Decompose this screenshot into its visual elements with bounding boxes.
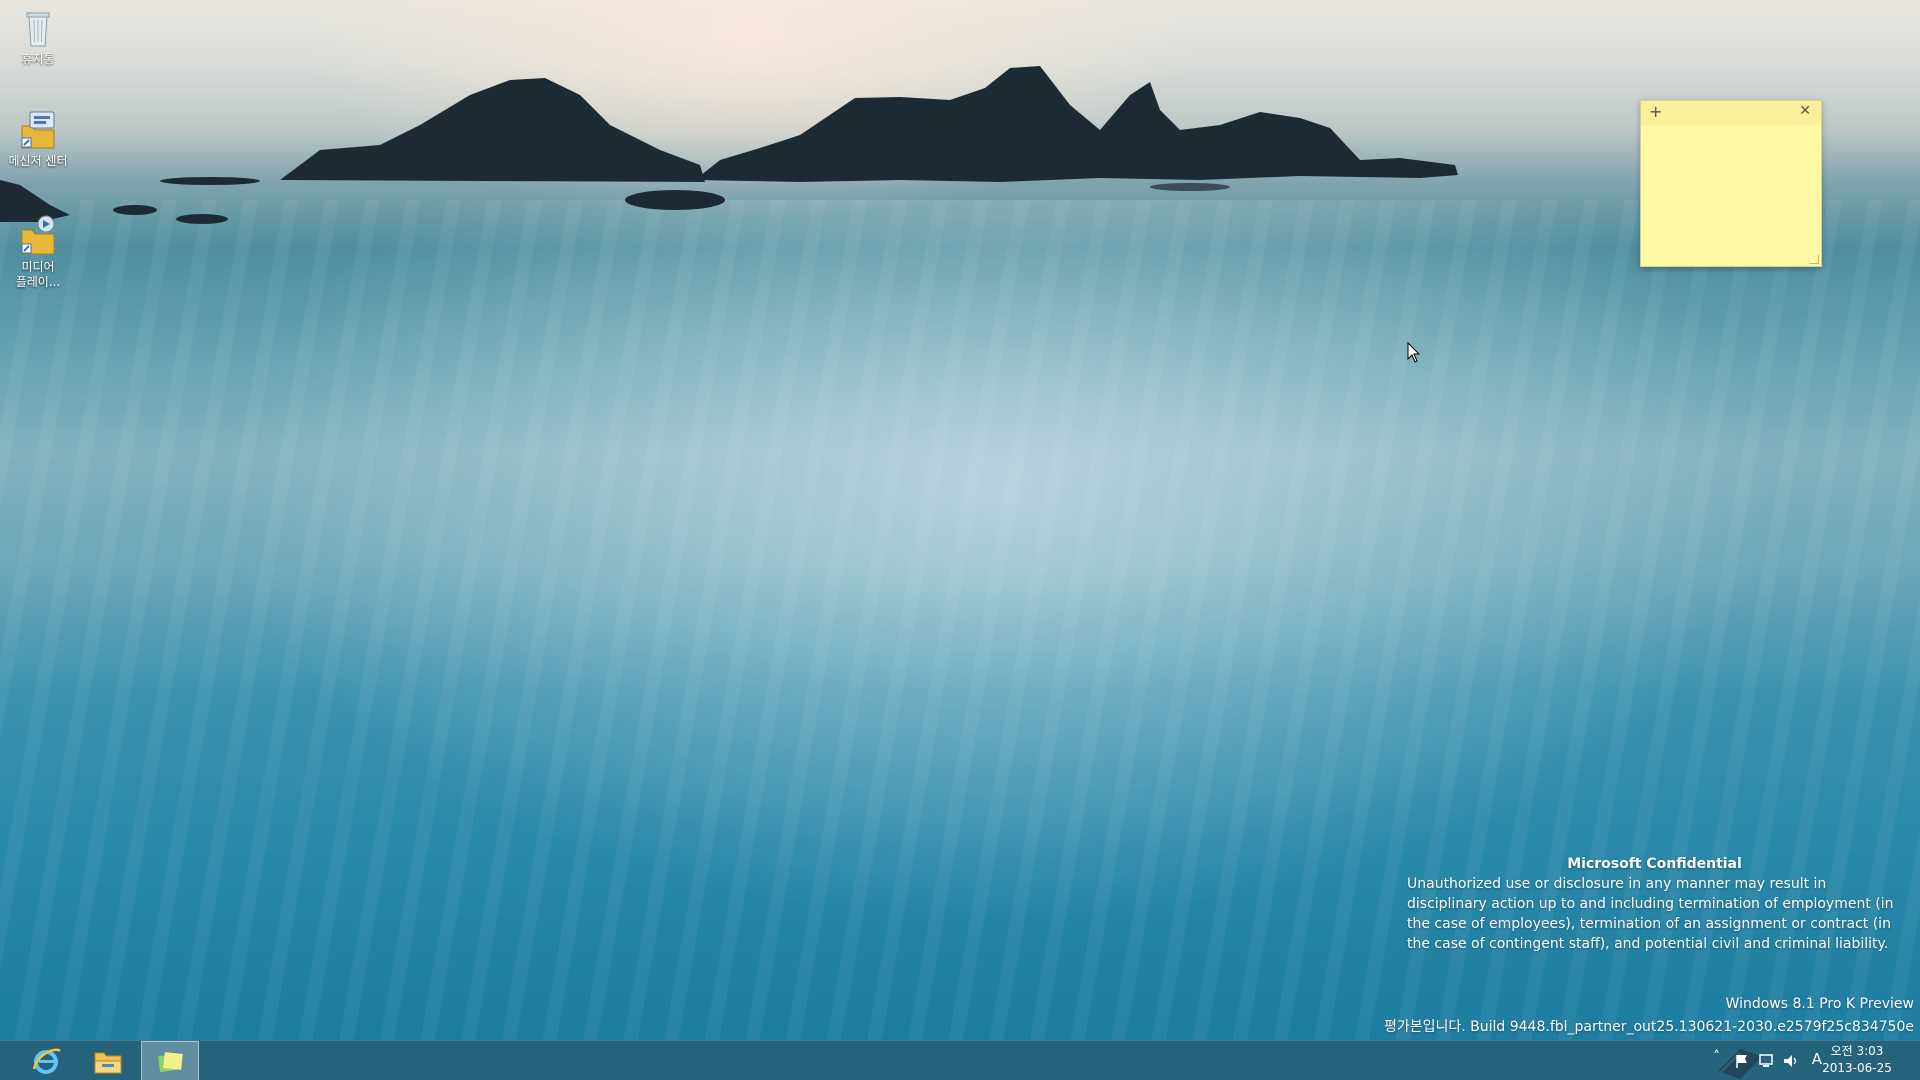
sticky-note[interactable]: + ✕ xyxy=(1640,100,1822,267)
wallpaper-rocks xyxy=(0,66,1458,224)
taskbar-file-explorer[interactable] xyxy=(80,1041,136,1080)
windows-edition: Windows 8.1 Pro K Preview xyxy=(1725,996,1914,1012)
network-icon[interactable] xyxy=(1758,1053,1774,1069)
taskbar-internet-explorer[interactable] xyxy=(18,1041,74,1080)
sticky-note-text-area[interactable] xyxy=(1641,125,1821,266)
sticky-note-titlebar[interactable]: + ✕ xyxy=(1641,101,1821,125)
sticky-close-button[interactable]: ✕ xyxy=(1799,103,1811,119)
system-tray: ˄ A 오전 3:03 2013-06-25 xyxy=(1360,1041,1920,1080)
desktop-icon-media-player[interactable]: 미디어 플레이... xyxy=(0,214,76,290)
messenger-center-icon xyxy=(21,111,55,149)
confidential-watermark: Microsoft Confidential Unauthorized use … xyxy=(1407,854,1902,954)
sticky-add-button[interactable]: + xyxy=(1649,102,1662,121)
mouse-cursor-icon xyxy=(1407,342,1421,363)
recycle-bin-label: 휴지통 xyxy=(21,52,55,66)
tray-chevron-button[interactable]: ˄ xyxy=(1713,1049,1720,1065)
desktop-icon-messenger-center[interactable]: 메신저 센터 xyxy=(0,108,76,169)
watermark-title: Microsoft Confidential xyxy=(1567,856,1742,872)
volume-icon[interactable] xyxy=(1782,1053,1800,1069)
taskbar-sticky-notes[interactable] xyxy=(141,1041,199,1080)
media-player-label: 미디어 플레이... xyxy=(15,260,61,289)
build-string: 평가본입니다. Build 9448.fbl_partner_out25.130… xyxy=(1383,1019,1914,1035)
desktop: 휴지통 메신저 센터 미디어 플레이... + ✕ Microsoft Conf… xyxy=(0,0,1920,1080)
build-info: Windows 8.1 Pro K Preview 평가본입니다. Build … xyxy=(1384,993,1914,1039)
taskbar-clock[interactable]: 오전 3:03 2013-06-25 xyxy=(1812,1043,1902,1077)
recycle-bin-icon xyxy=(26,12,50,47)
clock-time: 오전 3:03 xyxy=(1830,1044,1884,1058)
watermark-body: Unauthorized use or disclosure in any ma… xyxy=(1407,876,1894,952)
taskbar: ˄ A 오전 3:03 2013-06-25 xyxy=(0,1040,1920,1080)
ie-icon xyxy=(32,1048,61,1074)
clock-date: 2013-06-25 xyxy=(1822,1061,1892,1075)
action-center-flag-icon[interactable] xyxy=(1734,1053,1750,1069)
messenger-center-label: 메신저 센터 xyxy=(8,154,68,168)
folder-icon xyxy=(94,1052,122,1074)
sticky-resize-grip[interactable] xyxy=(1810,255,1819,264)
media-player-icon xyxy=(21,215,55,255)
sticky-notes-icon xyxy=(157,1052,183,1073)
desktop-icon-recycle-bin[interactable]: 휴지통 xyxy=(0,6,76,67)
